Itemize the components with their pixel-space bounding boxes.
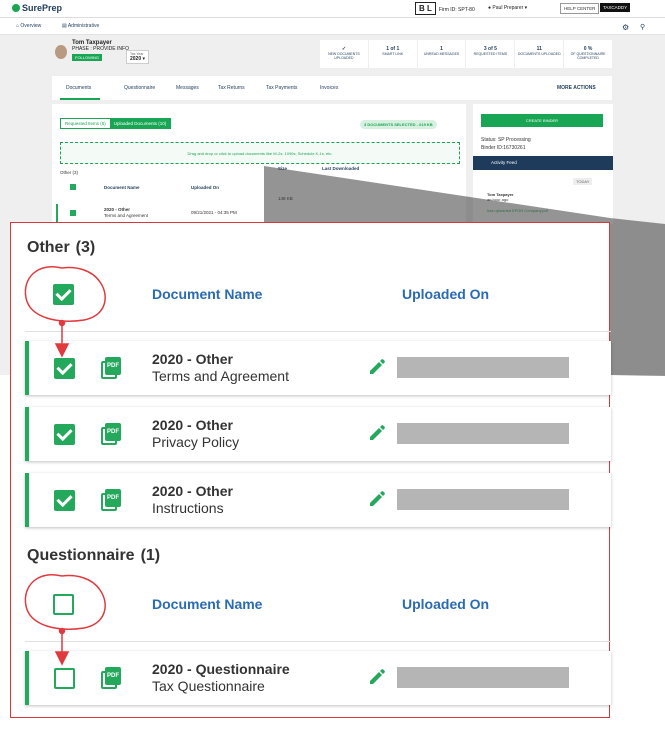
col-uploaded-on[interactable]: Uploaded On bbox=[402, 286, 489, 302]
selected-count-badge: 3 DOCUMENTS SELECTED - 619 KB bbox=[360, 120, 437, 129]
requested-items-toggle[interactable]: Requested Items (5) bbox=[61, 119, 110, 128]
gear-icon[interactable]: ⚙ bbox=[622, 23, 629, 32]
col-uploaded-on[interactable]: Uploaded On bbox=[402, 596, 489, 612]
firm-badge: B L bbox=[415, 2, 436, 15]
pdf-icon: PDF bbox=[101, 423, 121, 445]
divider bbox=[25, 331, 611, 332]
top-bar: SurePrep B L Firm ID: SPT-80 ● Paul Prepa… bbox=[0, 0, 665, 18]
client-phase: PHASE : PROVIDE INFO bbox=[72, 46, 129, 52]
col-size: Size bbox=[278, 166, 288, 171]
edit-pencil-icon[interactable] bbox=[367, 423, 387, 443]
tab-documents[interactable]: Documents bbox=[66, 85, 91, 91]
nav-administrative[interactable]: ▤ Administrative bbox=[62, 23, 99, 29]
table-row[interactable]: PDF 2020 - Other Privacy Policy bbox=[25, 407, 611, 461]
col-last-downloaded: Last Downloaded bbox=[322, 166, 360, 171]
mini-col-uploaded: Uploaded On bbox=[191, 185, 219, 190]
search-icon[interactable]: ⚲ bbox=[640, 23, 645, 31]
redacted-upload-date bbox=[397, 423, 569, 444]
binder-status: Status: SP Processing Binder ID:16730261 bbox=[481, 137, 531, 151]
row-checkbox[interactable] bbox=[54, 358, 75, 379]
mini-row[interactable]: 2020 - Other Terms and Agreement 09/21/2… bbox=[56, 204, 264, 224]
sureprep-logo[interactable]: SurePrep bbox=[12, 3, 62, 13]
upload-dropzone[interactable]: Drag and drop or click to upload documen… bbox=[60, 142, 460, 164]
mini-header-checkbox[interactable] bbox=[70, 184, 76, 190]
view-toggle: Requested Items (5) Uploaded Documents (… bbox=[60, 118, 172, 129]
tab-messages[interactable]: Messages bbox=[176, 85, 199, 91]
nav-overview[interactable]: ⌂ Overview bbox=[16, 23, 41, 29]
pdf-icon: PDF bbox=[101, 667, 121, 689]
help-center-button[interactable]: HELP CENTER bbox=[560, 3, 600, 14]
document-name[interactable]: 2020 - Other Terms and Agreement bbox=[152, 351, 289, 385]
row-size: 148 KB bbox=[278, 196, 293, 201]
more-actions-button[interactable]: MORE ACTIONS bbox=[557, 85, 596, 91]
uploaded-documents-toggle[interactable]: Uploaded Documents (10) bbox=[109, 119, 171, 128]
following-button[interactable]: FOLLOWING bbox=[72, 54, 103, 61]
row-checkbox[interactable] bbox=[54, 668, 75, 689]
avatar bbox=[55, 45, 67, 59]
nav-bar: ⌂ Overview ▤ Administrative ⚙ ⚲ bbox=[0, 18, 665, 35]
mini-table: Other (3) Document Name Uploaded On 2020… bbox=[56, 166, 264, 224]
edit-pencil-icon[interactable] bbox=[367, 489, 387, 509]
firm-info: B L Firm ID: SPT-80 bbox=[415, 2, 475, 15]
pdf-icon: PDF bbox=[101, 357, 121, 379]
feed-entry: Tom Taxpayer an hour ago has uploaded EF… bbox=[487, 192, 548, 213]
tab-invoices[interactable]: Invoices bbox=[320, 85, 338, 91]
tab-bar: Documents Questionnaire Messages Tax Ret… bbox=[52, 76, 612, 100]
col-document-name[interactable]: Document Name bbox=[152, 286, 262, 302]
row-checkbox[interactable] bbox=[54, 424, 75, 445]
create-binder-button[interactable]: CREATE BINDER bbox=[481, 114, 603, 127]
section-title-questionnaire: Questionnaire (1) bbox=[27, 547, 161, 564]
document-name[interactable]: 2020 - Other Instructions bbox=[152, 483, 233, 517]
redacted-upload-date bbox=[397, 489, 569, 510]
redacted-upload-date bbox=[397, 357, 569, 378]
stat-requested-items[interactable]: 3 of 5 REQUESTED ITEMS bbox=[466, 40, 516, 68]
stat-new-docs[interactable]: ✓ NEW DOCUMENTS UPLOADED bbox=[320, 40, 369, 68]
stat-unread-messages[interactable]: 1 UNREAD MESSAGES bbox=[418, 40, 467, 68]
row-checkbox[interactable] bbox=[54, 490, 75, 511]
logo-icon bbox=[12, 4, 20, 12]
edit-pencil-icon[interactable] bbox=[367, 357, 387, 377]
tab-tax-payments[interactable]: Tax Payments bbox=[266, 85, 297, 91]
zoom-callout: Other (3) Document Name Uploaded On PDF 2… bbox=[10, 222, 611, 718]
table-row[interactable]: PDF 2020 - Other Instructions bbox=[25, 473, 611, 527]
col-document-name[interactable]: Document Name bbox=[152, 596, 262, 612]
stat-questionnaire[interactable]: 0 % OF QUESTIONNAIRE COMPLETED bbox=[564, 40, 612, 68]
divider bbox=[25, 641, 611, 642]
stats-bar: ✓ NEW DOCUMENTS UPLOADED 1 of 1 SMART LINK… bbox=[320, 40, 612, 68]
today-label: TODAY bbox=[573, 178, 593, 185]
select-all-checkbox-questionnaire[interactable] bbox=[53, 594, 74, 615]
stat-smart-link[interactable]: 1 of 1 SMART LINK bbox=[369, 40, 418, 68]
right-panel: CREATE BINDER Status: SP Processing Bind… bbox=[473, 104, 613, 224]
mini-col-name: Document Name bbox=[104, 185, 140, 190]
redacted-upload-date bbox=[397, 667, 569, 688]
section-title-other: Other (3) bbox=[27, 239, 96, 256]
table-row[interactable]: PDF 2020 - Other Terms and Agreement bbox=[25, 341, 611, 395]
edit-pencil-icon[interactable] bbox=[367, 667, 387, 687]
document-name[interactable]: 2020 - Questionnaire Tax Questionnaire bbox=[152, 661, 290, 695]
select-all-checkbox-other[interactable] bbox=[53, 284, 74, 305]
stat-docs-uploaded[interactable]: 11 DOCUMENTS UPLOADED bbox=[515, 40, 565, 68]
mini-section-title: Other (3) bbox=[60, 170, 79, 175]
taxcaddy-button[interactable]: TAXCADDY bbox=[600, 3, 631, 12]
pdf-icon: PDF bbox=[101, 489, 121, 511]
document-name[interactable]: 2020 - Other Privacy Policy bbox=[152, 417, 239, 451]
active-tab-indicator bbox=[60, 98, 100, 100]
activity-feed-header[interactable]: Activity Feed bbox=[473, 156, 613, 170]
user-menu[interactable]: ● Paul Preparer ▾ bbox=[488, 5, 527, 11]
tab-tax-returns[interactable]: Tax Returns bbox=[218, 85, 245, 91]
client-header: Tom Taxpayer PHASE : PROVIDE INFO FOLLOW… bbox=[72, 40, 129, 61]
tab-questionnaire[interactable]: Questionnaire bbox=[124, 85, 155, 91]
table-row[interactable]: PDF 2020 - Questionnaire Tax Questionnair… bbox=[25, 651, 611, 705]
tax-year-select[interactable]: Tax Year 2020 ▾ bbox=[126, 50, 150, 64]
